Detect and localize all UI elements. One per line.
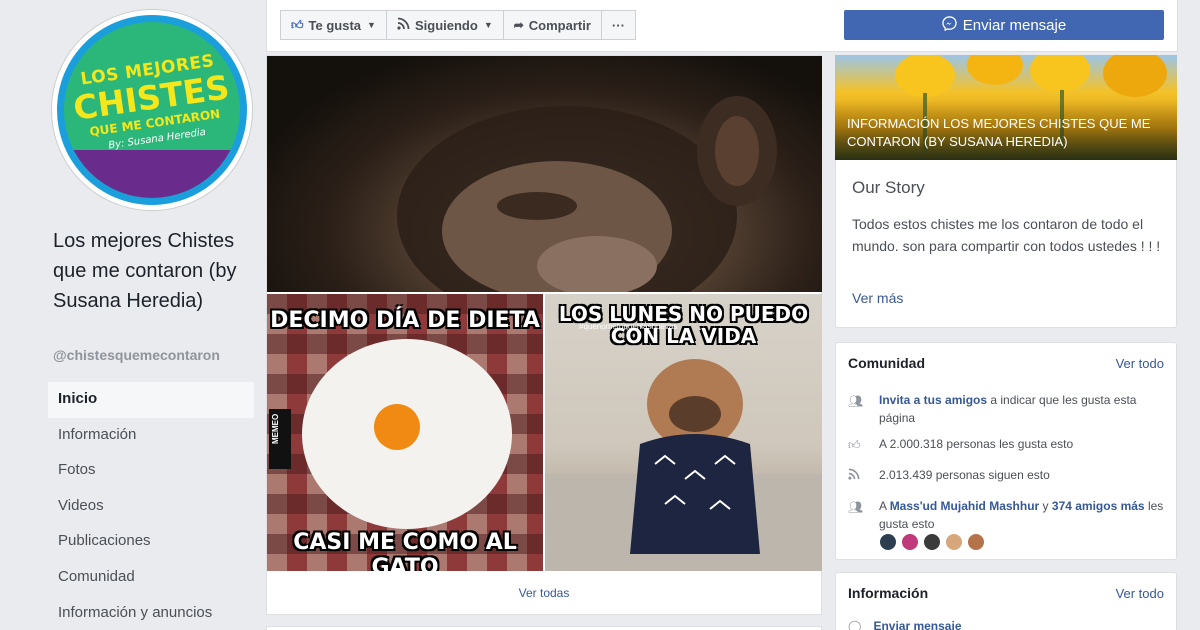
action-buttons: 👍︎ Te gusta ▼ Siguiendo ▼ ➦ Compartir ··…: [280, 10, 636, 40]
send-message-label: Enviar mensaje: [962, 16, 1067, 34]
thumbs-up-icon: 👍︎: [848, 438, 861, 452]
likes-count-text: A 2.000.318 personas les gusta esto: [879, 437, 1074, 451]
meme-diet-top-text: DECIMO DÍA DE DIETA: [270, 308, 540, 333]
photos-card: DECIMO DÍA DE DIETA CASI ME COMO AL GATO…: [266, 55, 822, 615]
community-title: Comunidad: [848, 355, 925, 371]
nav-item-comunidad[interactable]: Comunidad: [48, 560, 254, 596]
following-button[interactable]: Siguiendo ▼: [385, 10, 504, 40]
nav-item-fotos[interactable]: Fotos: [48, 453, 254, 489]
send-message-button[interactable]: Enviar mensaje: [844, 10, 1164, 40]
nav-item-informacion[interactable]: Información: [48, 418, 254, 454]
community-see-all-link[interactable]: Ver todo: [1116, 356, 1164, 371]
nav-item-publicaciones[interactable]: Publicaciones: [48, 524, 254, 560]
photo-meme-diet[interactable]: DECIMO DÍA DE DIETA CASI ME COMO AL GATO…: [267, 294, 543, 571]
nav-item-inicio[interactable]: Inicio: [48, 382, 254, 418]
page-action-bar: 👍︎ Te gusta ▼ Siguiendo ▼ ➦ Compartir ··…: [266, 0, 1178, 52]
like-label: Te gusta: [308, 17, 362, 33]
friends-and: y: [1039, 499, 1052, 513]
invite-friends-link[interactable]: Invita a tus amigos: [879, 393, 987, 407]
people-icon: 👥︎: [848, 394, 864, 408]
info-message-link[interactable]: Enviar mensaje: [873, 619, 961, 630]
information-see-all-link[interactable]: Ver todo: [1116, 586, 1164, 601]
page-title[interactable]: Los mejores Chistes que me contaron (by …: [53, 226, 253, 316]
followers-count-text: 2.013.439 personas siguen esto: [879, 468, 1050, 482]
rss-icon: [397, 17, 410, 33]
left-column: LOS MEJORES CHISTES QUE ME CONTARON By: …: [0, 0, 262, 630]
avatar[interactable]: [967, 533, 985, 551]
friends-like-row: 👥︎ A Mass'ud Mujahid Mashhur y 374 amigo…: [848, 497, 1166, 533]
following-label: Siguiendo: [414, 17, 478, 33]
messenger-icon: ◯: [848, 619, 862, 630]
share-label: Compartir: [528, 17, 591, 33]
like-button[interactable]: 👍︎ Te gusta ▼: [280, 10, 387, 40]
more-options-button[interactable]: ···: [600, 10, 636, 40]
see-all-photos-link[interactable]: Ver todas: [267, 571, 821, 615]
avatar-decoration: [64, 150, 240, 198]
followers-count-row: 2.013.439 personas siguen esto: [848, 466, 1166, 484]
meme-hashtag: #quenometoquenlashuevas: [579, 322, 678, 331]
page-handle[interactable]: @chistesquemecontaron: [53, 347, 220, 363]
invite-friends-row: 👥︎ Invita a tus amigos a indicar que les…: [848, 391, 1166, 427]
avatar-logo-text: LOS MEJORES CHISTES QUE ME CONTARON By: …: [64, 48, 240, 157]
meme-diet-bottom-text: CASI ME COMO AL GATO: [293, 530, 517, 571]
story-see-more-link[interactable]: Ver más: [852, 290, 903, 306]
meme-watermark: MEMEO: [271, 413, 280, 444]
chimpanzee-image: [397, 96, 777, 292]
friend-name-link[interactable]: Mass'ud Mujahid Mashhur: [890, 499, 1040, 513]
avatar[interactable]: [901, 533, 919, 551]
next-card-edge: [266, 626, 822, 630]
story-title: Our Story: [852, 178, 925, 197]
rss-icon: [848, 467, 866, 485]
nav-item-informacion-anuncios[interactable]: Información y anuncios: [48, 596, 254, 630]
friend-avatars: [879, 533, 989, 551]
more-label: ···: [611, 17, 625, 33]
messenger-icon: [942, 16, 957, 34]
page-nav: Inicio Información Fotos Videos Publicac…: [48, 382, 254, 630]
avatar[interactable]: [945, 533, 963, 551]
people-icon: 👥︎: [848, 500, 864, 514]
share-button[interactable]: ➦ Compartir: [502, 10, 602, 40]
information-card: Información Ver todo ◯ Enviar mensaje: [835, 572, 1177, 630]
information-title: Información: [848, 585, 929, 601]
info-message-row[interactable]: ◯ Enviar mensaje: [848, 619, 962, 630]
photo-meme-monday[interactable]: LOS LUNES NO PUEDO CON LA VIDA #quenomet…: [545, 294, 822, 571]
more-friends-link[interactable]: 374 amigos más: [1052, 499, 1145, 513]
nav-item-videos[interactable]: Videos: [48, 489, 254, 525]
our-story-card: Our Story Todos estos chistes me los con…: [835, 160, 1177, 328]
profile-picture[interactable]: LOS MEJORES CHISTES QUE ME CONTARON By: …: [52, 10, 252, 210]
about-cover-title: INFORMACIÓN LOS MEJORES CHISTES QUE ME C…: [847, 116, 1151, 149]
photo-chimpanzee[interactable]: [267, 56, 822, 292]
thumbs-up-icon: 👍︎: [291, 17, 304, 32]
avatar: LOS MEJORES CHISTES QUE ME CONTARON By: …: [57, 15, 247, 205]
about-cover-image[interactable]: INFORMACIÓN LOS MEJORES CHISTES QUE ME C…: [835, 55, 1177, 160]
avatar-inner: LOS MEJORES CHISTES QUE ME CONTARON By: …: [64, 22, 240, 198]
likes-count-row: 👍︎ A 2.000.318 personas les gusta esto: [848, 435, 1166, 453]
community-card: Comunidad Ver todo 👥︎ Invita a tus amigo…: [835, 342, 1177, 560]
story-text: Todos estos chistes me los contaron de t…: [852, 216, 1161, 254]
avatar[interactable]: [879, 533, 897, 551]
caret-down-icon: ▼: [367, 20, 376, 30]
avatar[interactable]: [923, 533, 941, 551]
caret-down-icon: ▼: [483, 20, 493, 30]
share-arrow-icon: ➦: [513, 18, 524, 32]
friends-prefix: A: [879, 499, 890, 513]
